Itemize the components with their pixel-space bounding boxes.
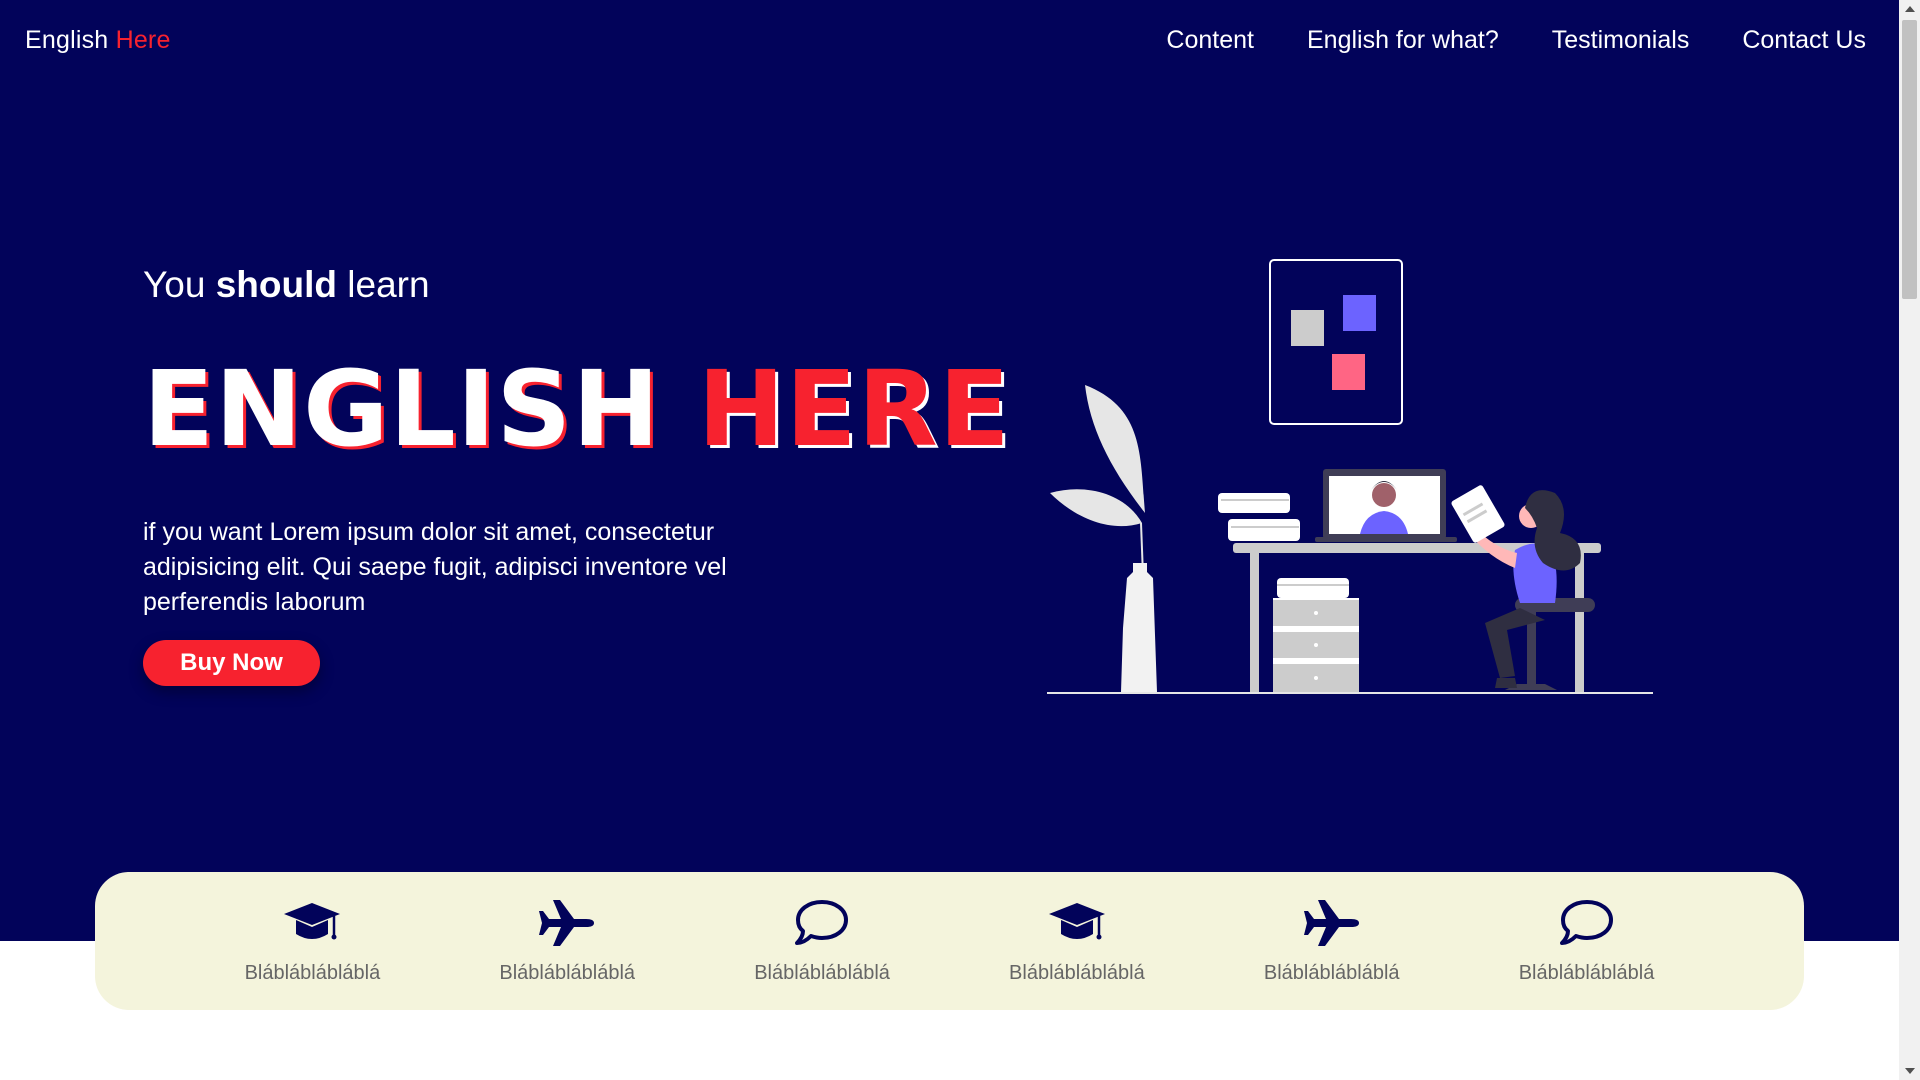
buy-now-button[interactable]: Buy Now	[143, 640, 320, 686]
woman-reading	[1451, 485, 1581, 688]
nav-item-contact-us[interactable]: Contact Us	[1742, 26, 1866, 55]
study-desk-illustration	[1047, 259, 1653, 694]
main-nav: Content English for what? Testimonials C…	[1166, 26, 1866, 55]
logo-text: English	[25, 26, 109, 54]
headline-word-english: ENGLISH	[143, 348, 661, 470]
feature-label: Blábláblábláblá	[754, 961, 890, 984]
nav-item-testimonials[interactable]: Testimonials	[1552, 26, 1690, 55]
feature-item[interactable]: Blábláblábláblá	[1252, 898, 1412, 985]
laptop-video-call	[1315, 469, 1457, 542]
nav-item-english-for-what[interactable]: English for what?	[1307, 26, 1499, 55]
site-logo[interactable]: English Here	[25, 26, 171, 55]
feature-label: Blábláblábláblá	[499, 961, 636, 984]
book-stack	[1218, 493, 1300, 541]
feature-label: Blábláblábláblá	[1518, 961, 1655, 984]
feature-label: Blábláblábláblá	[1009, 961, 1145, 984]
eyebrow-emphasis: should	[215, 264, 337, 305]
scroll-up-arrow-icon[interactable]	[1899, 0, 1920, 18]
nav-item-content[interactable]: Content	[1166, 26, 1254, 55]
feature-item[interactable]: Blábláblábláblá	[997, 898, 1157, 985]
speech-bubble-icon	[1559, 899, 1613, 945]
feature-item[interactable]: Blábláblábláblá	[1507, 898, 1667, 985]
feature-label: Blábláblábláblá	[244, 961, 381, 984]
hero-eyebrow: You should learn	[143, 264, 430, 306]
plant-vase	[1050, 385, 1157, 692]
feature-item[interactable]: Blábláblábláblá	[742, 898, 902, 985]
headline-word-here: HERE	[697, 348, 1011, 470]
wall-frame	[1269, 259, 1403, 425]
airplane-icon	[539, 899, 595, 946]
logo-accent-text: Here	[115, 26, 171, 54]
features-strip: Blábláblábláblá Blábláblábláblá Bláblábl…	[95, 872, 1804, 1010]
airplane-icon	[1303, 899, 1359, 946]
scroll-down-arrow-icon[interactable]	[1899, 1062, 1920, 1080]
hero-description: if you want Lorem ipsum dolor sit amet, …	[143, 518, 727, 616]
feature-item[interactable]: Blábláblábláblá	[232, 898, 392, 985]
feature-item[interactable]: Blábláblábláblá	[487, 898, 647, 985]
hero-headline: ENGLISH HERE	[143, 352, 1011, 466]
feature-label: Blábláblábláblá	[1263, 961, 1400, 984]
graduation-cap-icon	[1048, 902, 1105, 939]
eyebrow-text-start: You	[143, 264, 206, 305]
graduation-cap-icon	[284, 902, 341, 939]
scrollbar-thumb[interactable]	[1902, 20, 1917, 299]
speech-bubble-icon	[795, 899, 849, 945]
eyebrow-text-end: learn	[347, 264, 430, 305]
